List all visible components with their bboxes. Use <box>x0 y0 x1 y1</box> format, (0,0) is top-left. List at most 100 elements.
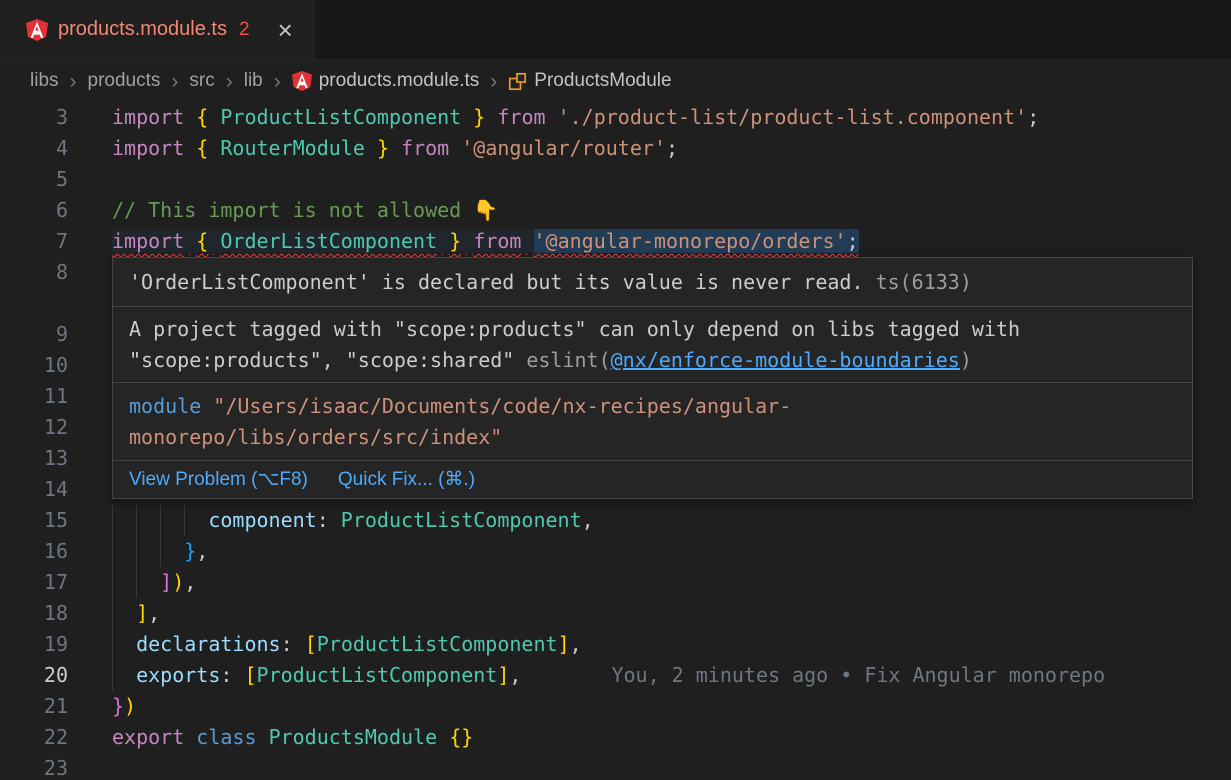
code-token: {} <box>449 725 473 749</box>
code-line-23[interactable]: 23 <box>0 753 1231 780</box>
view-problem-button[interactable]: View Problem (⌥F8) <box>129 468 308 491</box>
code-token <box>521 229 533 253</box>
code-tokens: ], <box>112 601 160 625</box>
line-number[interactable]: 4 <box>0 133 68 164</box>
code-line-19[interactable]: 19 declarations: [ProductListComponent], <box>0 629 1231 660</box>
code-token: : <box>281 632 305 656</box>
code-line-21[interactable]: 21}) <box>0 691 1231 722</box>
line-number[interactable]: 12 <box>0 412 68 443</box>
breadcrumb-item-src[interactable]: src <box>189 70 214 92</box>
line-number[interactable]: 22 <box>0 722 68 753</box>
code-line-4[interactable]: 4 import { RouterModule } from '@angular/… <box>0 133 1231 164</box>
angular-logo-icon <box>292 71 312 91</box>
code-token: ] <box>160 570 172 594</box>
code-token: ; <box>847 229 859 253</box>
code-text: component: ProductListComponent, <box>68 505 1231 536</box>
code-token: from <box>401 136 449 160</box>
line-number[interactable]: 16 <box>0 536 68 567</box>
indent-guide <box>160 505 161 536</box>
line-number[interactable]: 23 <box>0 753 68 780</box>
indent-guide <box>136 536 137 567</box>
breadcrumb-item-file[interactable]: products.module.ts <box>292 70 480 92</box>
code-text: // This import is not allowed 👇 <box>68 195 1231 226</box>
code-token <box>461 105 473 129</box>
line-number[interactable]: 7 <box>0 226 68 257</box>
code-tokens: exports: [ProductListComponent], <box>112 663 521 687</box>
code-line-17[interactable]: 17 ]), <box>0 567 1231 598</box>
line-number[interactable]: 21 <box>0 691 68 722</box>
module-keyword: module <box>129 394 201 418</box>
module-path-line2: monorepo/libs/orders/src/index" <box>129 422 1176 453</box>
line-number[interactable]: 19 <box>0 629 68 660</box>
line-number[interactable]: 17 <box>0 567 68 598</box>
code-tokens: import { RouterModule } from '@angular/r… <box>112 136 678 160</box>
code-token: { <box>196 229 208 253</box>
line-number[interactable]: 13 <box>0 443 68 474</box>
line-number[interactable]: 15 <box>0 505 68 536</box>
line-number[interactable]: 10 <box>0 350 68 381</box>
code-text: ]), <box>68 567 1231 598</box>
code-token: } <box>112 694 124 718</box>
code-token <box>365 136 377 160</box>
breadcrumb-separator: › <box>274 71 281 92</box>
code-token: from <box>473 229 521 253</box>
code-token: ProductListComponent <box>341 508 582 532</box>
line-number[interactable]: 6 <box>0 195 68 226</box>
code-token: } <box>184 539 196 563</box>
eslint-source-prefix: eslint( <box>514 348 610 372</box>
code-line-16[interactable]: 16 }, <box>0 536 1231 567</box>
code-token: ) <box>172 570 184 594</box>
code-line-15[interactable]: 15 component: ProductListComponent, <box>0 505 1231 536</box>
line-number[interactable]: 8 <box>0 257 68 319</box>
indent-guide <box>112 598 113 629</box>
line-number[interactable]: 11 <box>0 381 68 412</box>
nx-rule-link[interactable]: @nx/enforce-module-boundaries <box>611 348 960 372</box>
code-tokens: ]), <box>112 570 196 594</box>
breadcrumb-item-libs[interactable]: libs <box>30 70 59 92</box>
code-text: exports: [ProductListComponent],You, 2 m… <box>68 660 1231 691</box>
eslint-message-line2: "scope:products", "scope:shared" eslint(… <box>129 345 1176 376</box>
code-token <box>437 725 449 749</box>
tab-close-icon[interactable]: × <box>274 17 297 43</box>
line-number[interactable]: 14 <box>0 474 68 505</box>
line-number[interactable]: 3 <box>0 102 68 133</box>
quick-fix-button[interactable]: Quick Fix... (⌘.) <box>338 468 475 491</box>
eslint-source-suffix: ) <box>960 348 972 372</box>
code-text: ], <box>68 598 1231 629</box>
code-line-7[interactable]: 7 import { OrderListComponent } from '@an… <box>0 226 1231 257</box>
code-token: ) <box>124 694 136 718</box>
code-token: ] <box>497 663 509 687</box>
code-token: // This import is not allowed 👇 <box>112 198 498 222</box>
code-token: { <box>196 105 208 129</box>
line-number[interactable]: 5 <box>0 164 68 195</box>
hover-actions-row: View Problem (⌥F8) Quick Fix... (⌘.) <box>113 460 1192 498</box>
code-line-6[interactable]: 6 // This import is not allowed 👇 <box>0 195 1231 226</box>
error-squiggle-range: import { OrderListComponent } from '@ang… <box>112 229 859 253</box>
class-symbol-icon <box>508 72 527 91</box>
code-token: OrderListComponent <box>220 229 437 253</box>
code-token: from <box>497 105 545 129</box>
breadcrumb-separator: › <box>171 71 178 92</box>
code-line-5[interactable]: 5 <box>0 164 1231 195</box>
editor-tab-products-module[interactable]: products.module.ts 2 × <box>0 0 314 59</box>
line-number[interactable]: 20 <box>0 660 68 691</box>
code-token: , <box>148 601 160 625</box>
code-text: declarations: [ProductListComponent], <box>68 629 1231 660</box>
code-token <box>112 632 136 656</box>
line-number[interactable]: 18 <box>0 598 68 629</box>
breadcrumb-item-symbol[interactable]: ProductsModule <box>508 70 671 92</box>
code-token: ; <box>1027 105 1039 129</box>
code-token <box>112 601 136 625</box>
code-line-22[interactable]: 22export class ProductsModule {} <box>0 722 1231 753</box>
code-text: export class ProductsModule {} <box>68 722 1231 753</box>
code-token: import <box>112 136 184 160</box>
breadcrumb-item-products[interactable]: products <box>88 70 161 92</box>
code-line-20[interactable]: 20 exports: [ProductListComponent],You, … <box>0 660 1231 691</box>
code-line-3[interactable]: 3import { ProductListComponent } from '.… <box>0 102 1231 133</box>
code-token <box>112 539 184 563</box>
breadcrumb-item-lib[interactable]: lib <box>244 70 263 92</box>
code-token: , <box>196 539 208 563</box>
line-number[interactable]: 9 <box>0 319 68 350</box>
diagnostic-code <box>864 270 876 294</box>
code-line-18[interactable]: 18 ], <box>0 598 1231 629</box>
